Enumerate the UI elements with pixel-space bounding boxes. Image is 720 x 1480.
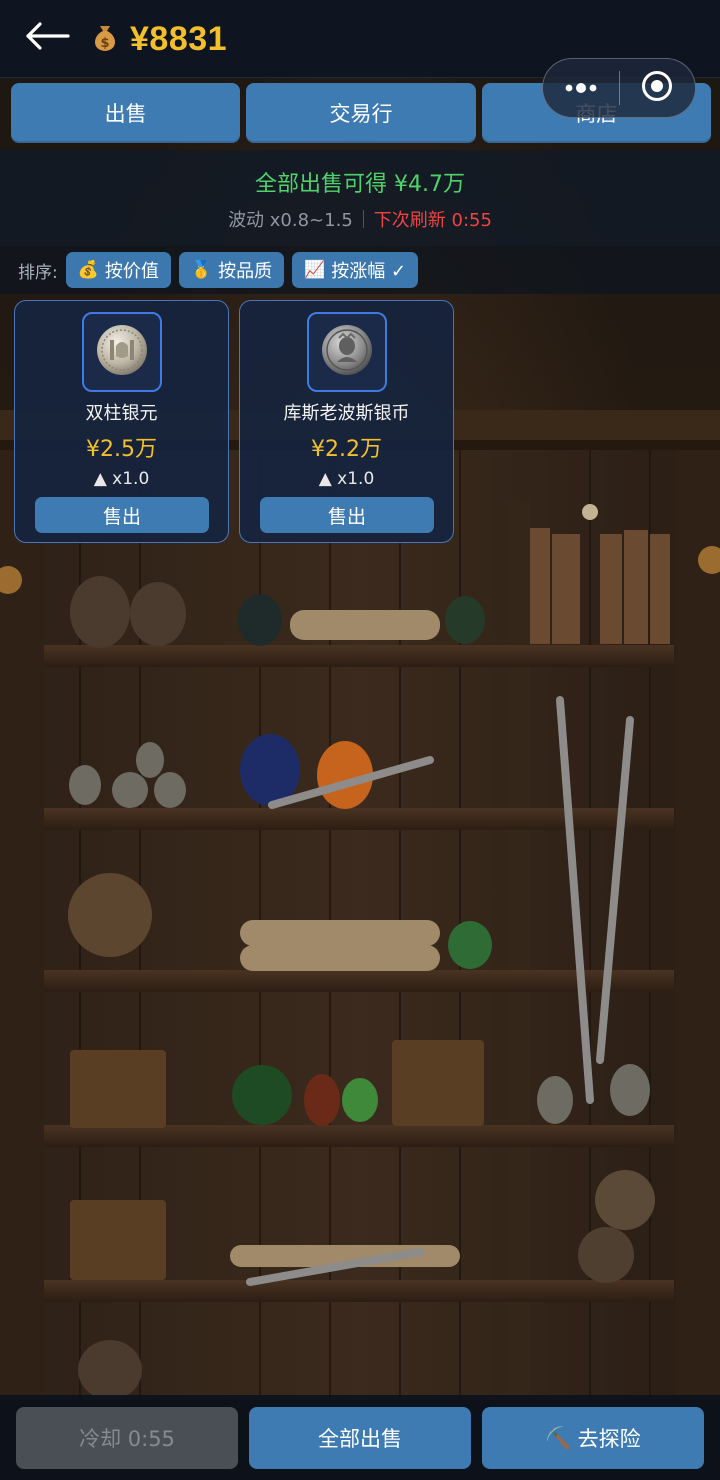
money-bag-icon: 💰 xyxy=(77,260,99,280)
item-price-trend: ▲ x1.0 xyxy=(93,469,150,489)
explore-label: 去探险 xyxy=(577,1427,641,1451)
item-image-frame xyxy=(307,312,387,392)
explore-button[interactable]: ⛏️ 去探险 xyxy=(482,1407,704,1469)
sort-option-label: 按涨幅 ✓ xyxy=(331,261,407,282)
close-miniprogram-button[interactable] xyxy=(620,58,696,118)
money-display: $ ¥8831 xyxy=(88,18,227,60)
item-price: ¥2.5万 xyxy=(86,437,157,462)
sort-bar: 排序: 💰 按价值 🥇 按品质 📈 按涨幅 ✓ xyxy=(0,246,720,294)
more-menu-button[interactable] xyxy=(543,58,619,118)
persian-coin-icon xyxy=(319,322,375,382)
silver-coin-icon xyxy=(94,322,150,382)
item-name: 双柱银元 xyxy=(85,403,158,424)
chart-up-icon: 📈 xyxy=(304,260,326,280)
next-refresh-timer: 下次刷新 0:55 xyxy=(373,210,492,231)
item-name: 库斯老波斯银币 xyxy=(283,403,410,424)
item-image-frame xyxy=(82,312,162,392)
sort-option-label: 按品质 xyxy=(218,261,273,282)
arrow-left-icon xyxy=(24,22,70,54)
market-info: 波动 x0.8~1.5 下次刷新 0:55 xyxy=(0,206,720,232)
sell-item-button[interactable]: 售出 xyxy=(260,497,434,533)
money-amount: ¥8831 xyxy=(130,19,228,58)
sell-item-button[interactable]: 售出 xyxy=(35,497,209,533)
item-card: 双柱银元 ¥2.5万 ▲ x1.0 售出 xyxy=(14,300,229,543)
sort-by-quality-button[interactable]: 🥇 按品质 xyxy=(178,252,285,288)
medal-icon: 🥇 xyxy=(190,260,213,280)
item-grid: 双柱银元 ¥2.5万 ▲ x1.0 售出 库斯老波斯银币 ¥2.2万 ▲ x1.… xyxy=(14,300,454,543)
tab-exchange[interactable]: 交易行 xyxy=(246,83,476,143)
sell-all-button[interactable]: 全部出售 xyxy=(249,1407,471,1469)
bottom-action-bar: 冷却 0:55 全部出售 ⛏️ 去探险 xyxy=(0,1395,720,1480)
miniprogram-capsule xyxy=(542,58,696,118)
pickaxe-icon: ⛏️ xyxy=(545,1425,572,1450)
fluctuation-range: 波动 x0.8~1.5 xyxy=(228,210,353,231)
sort-label: 排序: xyxy=(18,262,58,283)
item-price: ¥2.2万 xyxy=(311,437,382,462)
cooldown-button[interactable]: 冷却 0:55 xyxy=(16,1407,238,1469)
tab-sell[interactable]: 出售 xyxy=(11,83,241,143)
info-divider xyxy=(362,210,364,228)
back-button[interactable] xyxy=(22,18,72,58)
more-dots-icon xyxy=(563,79,599,98)
sort-option-label: 按价值 xyxy=(104,261,159,282)
item-price-trend: ▲ x1.0 xyxy=(318,469,375,489)
total-sale-value: 全部出售可得 ¥4.7万 xyxy=(255,172,465,197)
item-card: 库斯老波斯银币 ¥2.2万 ▲ x1.0 售出 xyxy=(239,300,454,543)
sort-by-gain-button[interactable]: 📈 按涨幅 ✓ xyxy=(292,252,419,288)
money-bag-icon: $ xyxy=(88,20,122,58)
svg-text:$: $ xyxy=(100,36,109,51)
target-circle-icon xyxy=(640,69,674,107)
sort-by-value-button[interactable]: 💰 按价值 xyxy=(65,252,171,288)
